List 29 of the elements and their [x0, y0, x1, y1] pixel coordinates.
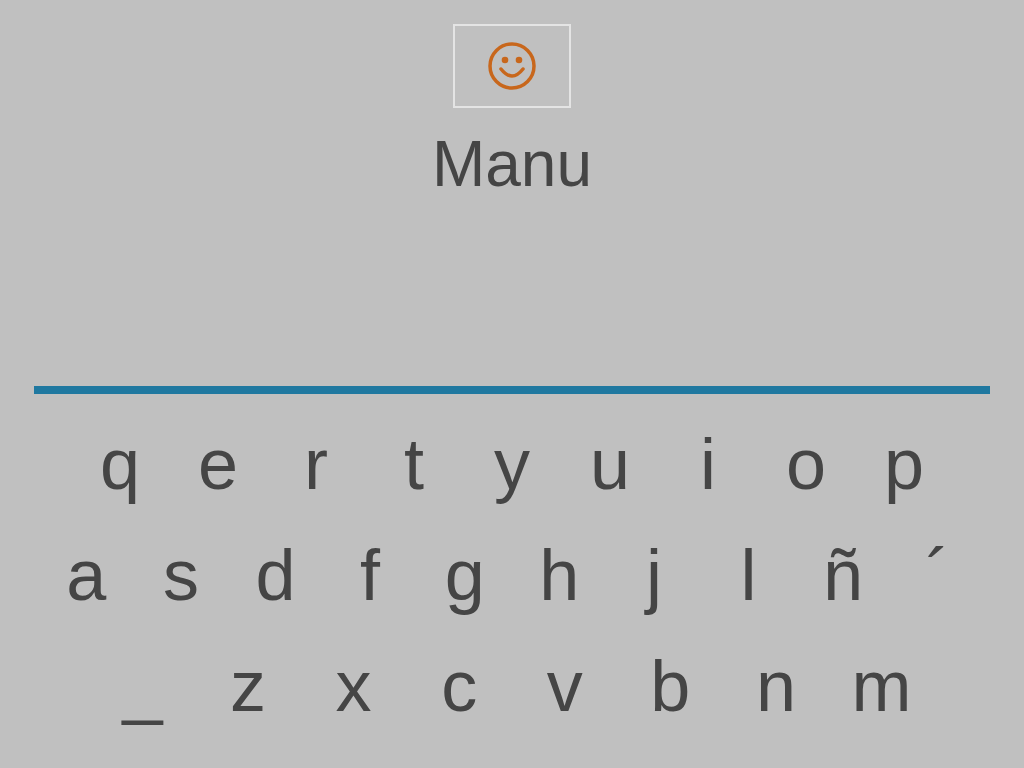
key[interactable]: t [365, 418, 463, 509]
key[interactable]: v [512, 640, 618, 731]
key[interactable]: n [723, 640, 829, 731]
key[interactable]: m [828, 640, 935, 731]
key[interactable]: u [561, 418, 659, 509]
key[interactable]: z [195, 640, 301, 731]
key[interactable]: f [322, 529, 418, 620]
key[interactable]: j [606, 529, 702, 620]
key[interactable]: y [463, 418, 561, 509]
key[interactable]: c [406, 640, 512, 731]
key[interactable]: a [39, 529, 134, 620]
key[interactable]: l [701, 529, 796, 620]
key[interactable]: x [300, 640, 407, 731]
key[interactable]: e [169, 418, 267, 509]
key[interactable]: q [71, 418, 169, 509]
key[interactable]: b [617, 640, 724, 731]
key[interactable]: i [659, 418, 757, 509]
smiley-icon [487, 41, 537, 91]
key[interactable]: ñ [795, 529, 891, 620]
key[interactable]: r [267, 418, 365, 509]
user-name: Manu [431, 128, 593, 200]
key[interactable]: g [417, 529, 512, 620]
key[interactable]: s [133, 529, 229, 620]
key[interactable]: h [512, 529, 607, 620]
key[interactable]: o [757, 418, 855, 509]
key[interactable]: d [228, 529, 323, 620]
key[interactable]: p [855, 418, 953, 509]
key[interactable]: ´ [890, 529, 985, 620]
key[interactable]: _ [89, 640, 196, 731]
